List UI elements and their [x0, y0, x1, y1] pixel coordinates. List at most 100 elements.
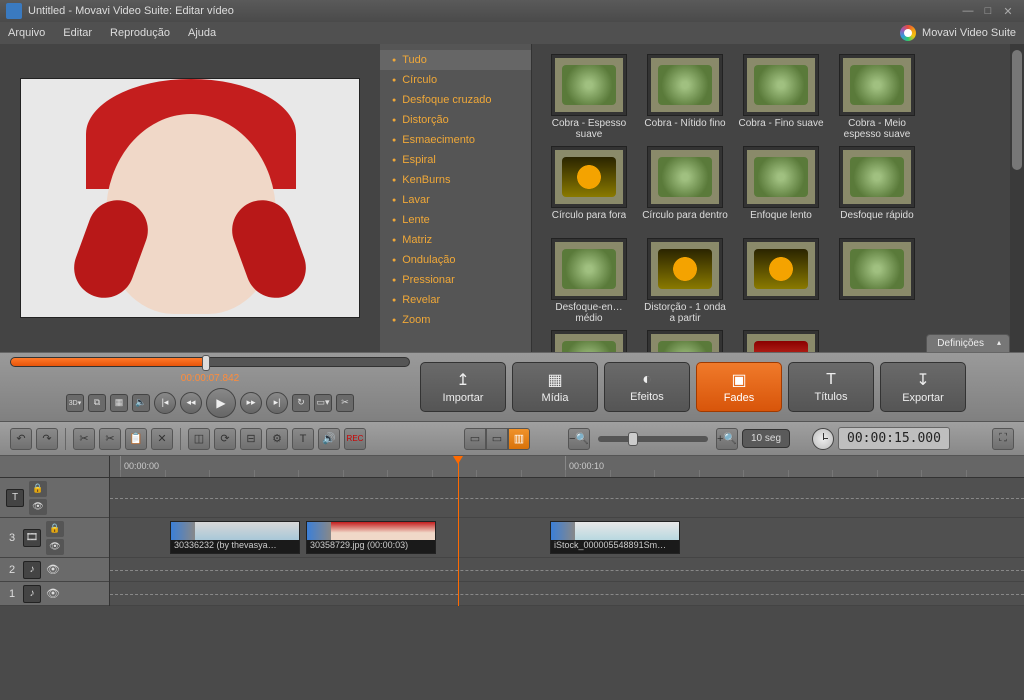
track-head-audio2[interactable]: 2 ♪ 👁	[0, 558, 109, 582]
tab-importar[interactable]: ↥Importar	[420, 362, 506, 412]
video-clip[interactable]: 30358729.jpg (00:00:03)	[306, 521, 436, 554]
record-button[interactable]: REC	[344, 428, 366, 450]
transition-thumb[interactable]: Círculo para dentro	[640, 146, 730, 232]
track-head-video[interactable]: 3 🎞 🔒👁	[0, 518, 109, 558]
crop-button[interactable]: ✂	[336, 394, 354, 412]
tab-titulos[interactable]: TTítulos	[788, 362, 874, 412]
clock-icon[interactable]	[812, 428, 834, 450]
audio-tool-button[interactable]: 🔊	[318, 428, 340, 450]
mute-button[interactable]: 🔈	[132, 394, 150, 412]
split-clip-button[interactable]: ⧉	[88, 394, 106, 412]
copy-button[interactable]: ✂	[99, 428, 121, 450]
transition-thumb[interactable]	[544, 330, 634, 352]
tracks-area[interactable]: 00:00:0000:00:10 30336232 (by thevasya…3…	[110, 456, 1024, 606]
menu-reproducao[interactable]: Reprodução	[110, 27, 170, 39]
properties-button[interactable]: ⚙	[266, 428, 288, 450]
category-item[interactable]: Distorção	[380, 110, 531, 130]
category-item[interactable]: Lente	[380, 210, 531, 230]
category-item[interactable]: Desfoque cruzado	[380, 90, 531, 110]
play-button[interactable]: ▶	[206, 388, 236, 418]
video-track[interactable]: 30336232 (by thevasya…30358729.jpg (00:0…	[110, 518, 1024, 558]
fullscreen-button[interactable]: ⛶	[992, 428, 1014, 450]
audio2-eye-icon[interactable]: 👁	[46, 563, 60, 576]
zoom-out-button[interactable]: −🔍	[568, 428, 590, 450]
minimize-icon[interactable]: —	[958, 5, 978, 17]
playhead[interactable]	[458, 456, 459, 606]
transition-thumb[interactable]: Cobra - Espesso suave	[544, 54, 634, 140]
tab-exportar[interactable]: ↧Exportar	[880, 362, 966, 412]
transition-thumb[interactable]: Cobra - Fino suave	[736, 54, 826, 140]
track-head-audio1[interactable]: 1 ♪ 👁	[0, 582, 109, 606]
transition-thumb[interactable]	[736, 238, 826, 324]
loop-button[interactable]: ↻	[292, 394, 310, 412]
menu-editar[interactable]: Editar	[63, 27, 92, 39]
close-icon[interactable]: ✕	[998, 5, 1018, 18]
project-timecode[interactable]: 00:00:15.000	[838, 427, 950, 450]
titles-lock-icon[interactable]: 🔒	[29, 481, 47, 497]
video-clip[interactable]: 30336232 (by thevasya…	[170, 521, 300, 554]
menu-arquivo[interactable]: Arquivo	[8, 27, 45, 39]
zoom-step-chip[interactable]: 10 seg	[742, 429, 790, 448]
paste-button[interactable]: 📋	[125, 428, 147, 450]
category-item[interactable]: Tudo	[380, 50, 531, 70]
transition-thumb[interactable]: Desfoque rápido	[832, 146, 922, 232]
transition-thumb[interactable]	[832, 238, 922, 324]
cut-button[interactable]: ✂	[73, 428, 95, 450]
prev-frame-button[interactable]: ◂◂	[180, 392, 202, 414]
category-item[interactable]: Pressionar	[380, 270, 531, 290]
transition-thumb[interactable]: Círculo para fora	[544, 146, 634, 232]
seek-bar[interactable]	[10, 357, 410, 367]
redo-button[interactable]: ↷	[36, 428, 58, 450]
goto-start-button[interactable]: |◂	[154, 392, 176, 414]
video-clip[interactable]: iStock_000005548891Sm…	[550, 521, 680, 554]
category-item[interactable]: Círculo	[380, 70, 531, 90]
aspect-button[interactable]: ▭▾	[314, 394, 332, 412]
category-item[interactable]: KenBurns	[380, 170, 531, 190]
category-item[interactable]: Ondulação	[380, 250, 531, 270]
category-item[interactable]: Zoom	[380, 310, 531, 330]
maximize-icon[interactable]: □	[978, 5, 998, 17]
next-frame-button[interactable]: ▸▸	[240, 392, 262, 414]
text-tool-button[interactable]: T	[292, 428, 314, 450]
view-3d-button[interactable]: 3D▾	[66, 394, 84, 412]
tab-efeitos[interactable]: ◐Efeitos	[604, 362, 690, 412]
category-item[interactable]: Revelar	[380, 290, 531, 310]
transition-thumb[interactable]: Distorção - 1 onda a partir	[640, 238, 730, 324]
transition-thumb[interactable]	[640, 330, 730, 352]
tab-fades[interactable]: ▣Fades	[696, 362, 782, 412]
snap-mode-1[interactable]: ▭	[464, 428, 486, 450]
transition-thumb[interactable]	[736, 330, 826, 352]
undo-button[interactable]: ↶	[10, 428, 32, 450]
preview-image[interactable]	[20, 78, 360, 318]
video-lock-icon[interactable]: 🔒	[46, 521, 64, 537]
category-item[interactable]: Esmaecimento	[380, 130, 531, 150]
brand-badge[interactable]: Movavi Video Suite	[900, 25, 1016, 41]
track-head-titles[interactable]: T 🔒👁	[0, 478, 109, 518]
audio-track-1[interactable]	[110, 582, 1024, 606]
snapshot-button[interactable]: ▦	[110, 394, 128, 412]
category-item[interactable]: Matriz	[380, 230, 531, 250]
titles-eye-icon[interactable]: 👁	[29, 499, 47, 515]
zoom-slider[interactable]	[598, 436, 708, 442]
snap-mode-2[interactable]: ▭	[486, 428, 508, 450]
transition-thumb[interactable]: Desfoque-en… médio	[544, 238, 634, 324]
zoom-in-button[interactable]: +🔍	[716, 428, 738, 450]
rotate-button[interactable]: ⟳	[214, 428, 236, 450]
tab-midia[interactable]: ▦Mídia	[512, 362, 598, 412]
delete-button[interactable]: ✕	[151, 428, 173, 450]
goto-end-button[interactable]: ▸|	[266, 392, 288, 414]
snap-mode-3[interactable]: ▥	[508, 428, 530, 450]
audio-track-2[interactable]	[110, 558, 1024, 582]
menu-ajuda[interactable]: Ajuda	[188, 27, 216, 39]
category-item[interactable]: Espiral	[380, 150, 531, 170]
titles-track[interactable]	[110, 478, 1024, 518]
transition-thumb[interactable]: Enfoque lento	[736, 146, 826, 232]
crop-tool-button[interactable]: ◫	[188, 428, 210, 450]
thumbs-scrollbar[interactable]	[1010, 44, 1024, 352]
definitions-tab[interactable]: Definições	[926, 334, 1010, 352]
category-item[interactable]: Lavar	[380, 190, 531, 210]
split-button[interactable]: ⊟	[240, 428, 262, 450]
transition-thumb[interactable]: Cobra - Nítido fino	[640, 54, 730, 140]
transition-thumb[interactable]: Cobra - Meio espesso suave	[832, 54, 922, 140]
time-ruler[interactable]: 00:00:0000:00:10	[110, 456, 1024, 478]
